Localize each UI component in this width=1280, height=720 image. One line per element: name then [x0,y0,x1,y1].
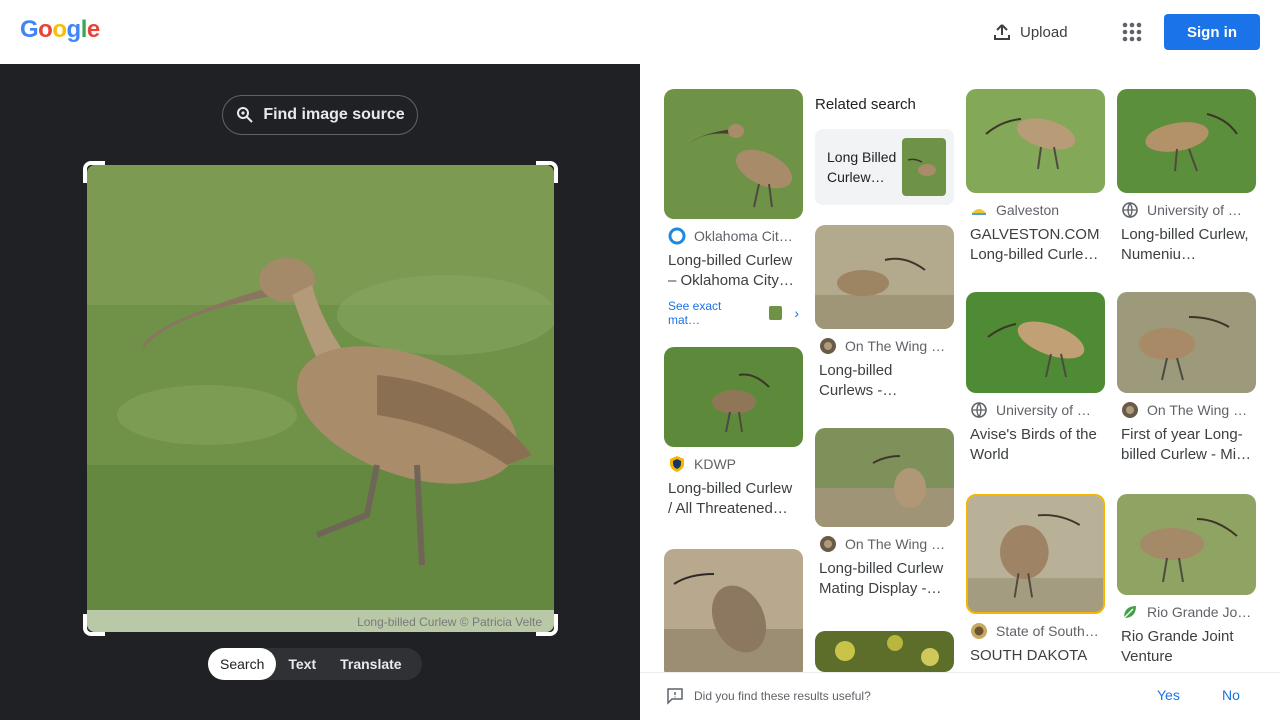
visual-matches-pane: Oklahoma City… Long-billed Curlew – Okla… [640,64,1280,672]
result-title: Rio Grande Joint Venture [1121,628,1234,665]
feedback-icon [667,688,683,705]
result-source: On The Wing P… [819,337,950,355]
result-card[interactable]: KDWP Long-billed Curlew / All Threatened… [664,347,803,519]
result-title: Long-billed Curlew – Oklahoma City… [668,252,794,289]
result-title: Long-billed Curlew, Numeniu… [1121,226,1249,263]
result-card[interactable]: On The Wing P… First of year Long-billed… [1117,292,1256,465]
find-image-source-button[interactable]: Find image source [222,95,418,135]
kdwp-shield-icon [670,456,684,472]
result-title: Avise's Birds of the World [970,426,1097,463]
crop-handle-bottom-left[interactable] [83,614,105,636]
upload-label: Upload [1020,23,1068,41]
feedback-no-button[interactable]: No [1222,687,1240,703]
source-favicon-icon [820,536,836,552]
globe-icon [971,402,987,419]
result-thumbnail [664,549,803,672]
image-watermark: Long-billed Curlew © Patricia Velte [357,615,542,629]
tab-text[interactable]: Text [276,648,328,680]
result-title: SOUTH DAKOTA [970,647,1088,664]
result-thumbnail [966,494,1105,614]
upload-icon [994,24,1010,40]
result-thumbnail [966,89,1105,193]
tab-translate[interactable]: Translate [328,648,413,680]
result-card[interactable]: On The Wing P… Long-billed Curlews -… [815,225,954,401]
related-search-label: Long Billed Curlew… [827,149,897,185]
query-image: Long-billed Curlew © Patricia Velte [87,165,554,632]
source-favicon-icon [820,338,836,354]
upload-button[interactable]: Upload [992,20,1068,44]
result-title: GALVESTON.COM: Long-billed Curle… [970,226,1101,263]
result-thumbnail [1117,292,1256,393]
lens-search-icon [237,107,254,123]
result-source: Galveston [970,201,1101,219]
result-thumbnail [664,347,803,447]
result-title: First of year Long-billed Curlew - Mi… [1121,426,1252,463]
result-source: Rio Grande Joi… [1121,603,1252,621]
apps-grid-icon[interactable] [1120,20,1144,44]
related-search-item[interactable]: Long Billed Curlew… [815,129,954,205]
result-thumbnail [1117,494,1256,595]
chevron-right-icon: › [794,305,799,321]
feedback-question: Did you find these results useful? [666,687,871,705]
result-thumbnail [664,89,803,219]
see-exact-matches-link[interactable]: See exact mat… › [668,299,799,327]
lens-mode-tabs: Search Text Translate [208,648,422,680]
galveston-favicon-icon [972,209,986,215]
crop-handle-top-right[interactable] [536,161,558,183]
result-source: State of South … [970,622,1101,640]
related-search-heading: Related search [815,96,916,113]
result-title: Long-billed Curlew Mating Display -… [819,560,944,597]
sign-in-button[interactable]: Sign in [1164,14,1260,50]
result-thumbnail [966,292,1105,393]
result-thumbnail [815,225,954,329]
result-card[interactable]: University of C… Avise's Birds of the Wo… [966,292,1105,465]
crop-handle-bottom-right[interactable] [536,614,558,636]
find-image-source-label: Find image source [263,106,405,123]
state-seal-icon [971,623,987,639]
result-card[interactable]: Rio Grande Joi… Rio Grande Joint Venture [1117,494,1256,667]
result-source: University of C… [1121,201,1252,219]
exact-match-thumb-icon [769,306,783,320]
top-bar: Google Upload Sign in [0,0,1280,64]
result-source: Oklahoma City… [668,227,799,245]
result-card[interactable]: State of South … SOUTH DAKOTA [966,494,1105,672]
globe-icon [1122,202,1138,219]
result-source: University of C… [970,401,1101,419]
feedback-bar: Did you find these results useful? Yes N… [640,672,1280,720]
leaf-icon [1123,606,1136,619]
google-logo[interactable]: Google [20,16,100,44]
feedback-yes-button[interactable]: Yes [1157,687,1180,703]
result-source: KDWP [668,455,799,473]
result-card[interactable]: University of C… Long-billed Curlew, Num… [1117,89,1256,265]
result-card[interactable] [815,631,954,672]
source-favicon-icon [1122,402,1138,418]
result-thumbnail [815,428,954,527]
crop-selection[interactable]: Long-billed Curlew © Patricia Velte [83,161,558,636]
crop-handle-top-left[interactable] [83,161,105,183]
result-title: Long-billed Curlews -… [819,362,898,399]
result-source: On The Wing P… [1121,401,1252,419]
tab-search[interactable]: Search [208,648,277,680]
source-favicon-icon [668,227,686,245]
result-card[interactable]: Galveston GALVESTON.COM: Long-billed Cur… [966,89,1105,265]
result-title: Long-billed Curlew / All Threatened… [668,480,793,517]
result-source: On The Wing P… [819,535,950,553]
result-card[interactable]: Oklahoma City… Long-billed Curlew – Okla… [664,89,803,327]
result-card[interactable]: On The Wing P… Long-billed Curlew Mating… [815,428,954,599]
result-thumbnail [1117,89,1256,193]
lens-query-pane: Find image source Long-billed Curlew © P… [0,64,640,720]
result-thumbnail [815,631,954,672]
related-search-thumbnail [902,138,946,196]
result-card[interactable] [664,549,803,672]
